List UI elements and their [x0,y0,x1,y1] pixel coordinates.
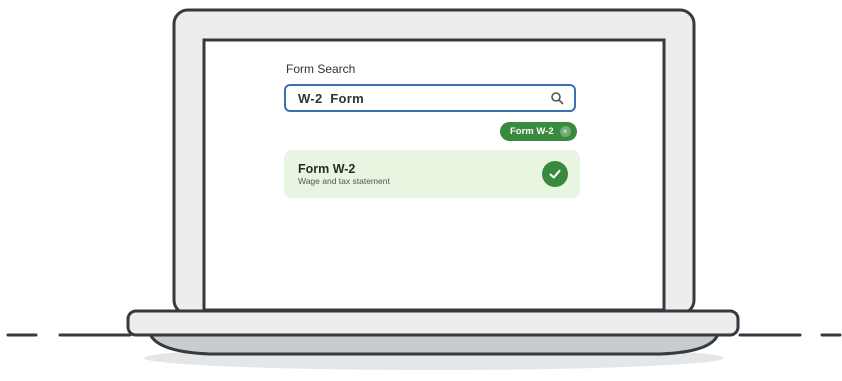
close-icon[interactable]: × [559,126,571,137]
search-label: Form Search [286,62,356,76]
laptop-base-deck [126,309,740,337]
filter-chip[interactable]: Form W-2 × [500,122,577,141]
result-subtitle: Wage and tax statement [298,176,390,186]
laptop-illustration: Form Search Form W-2 × Form W-2 Wage and… [0,0,842,381]
result-title: Form W-2 [298,162,356,176]
check-icon [542,161,568,187]
filter-chip-label: Form W-2 [510,126,554,137]
search-result-item[interactable]: Form W-2 Wage and tax statement [284,150,580,198]
check-mark-glyph [549,169,561,179]
search-icon[interactable] [550,91,564,105]
search-box[interactable] [284,84,576,112]
laptop-base-bottom [147,332,721,356]
search-input[interactable] [298,91,538,106]
screen-content: Form Search Form W-2 × Form W-2 Wage and… [206,42,662,308]
